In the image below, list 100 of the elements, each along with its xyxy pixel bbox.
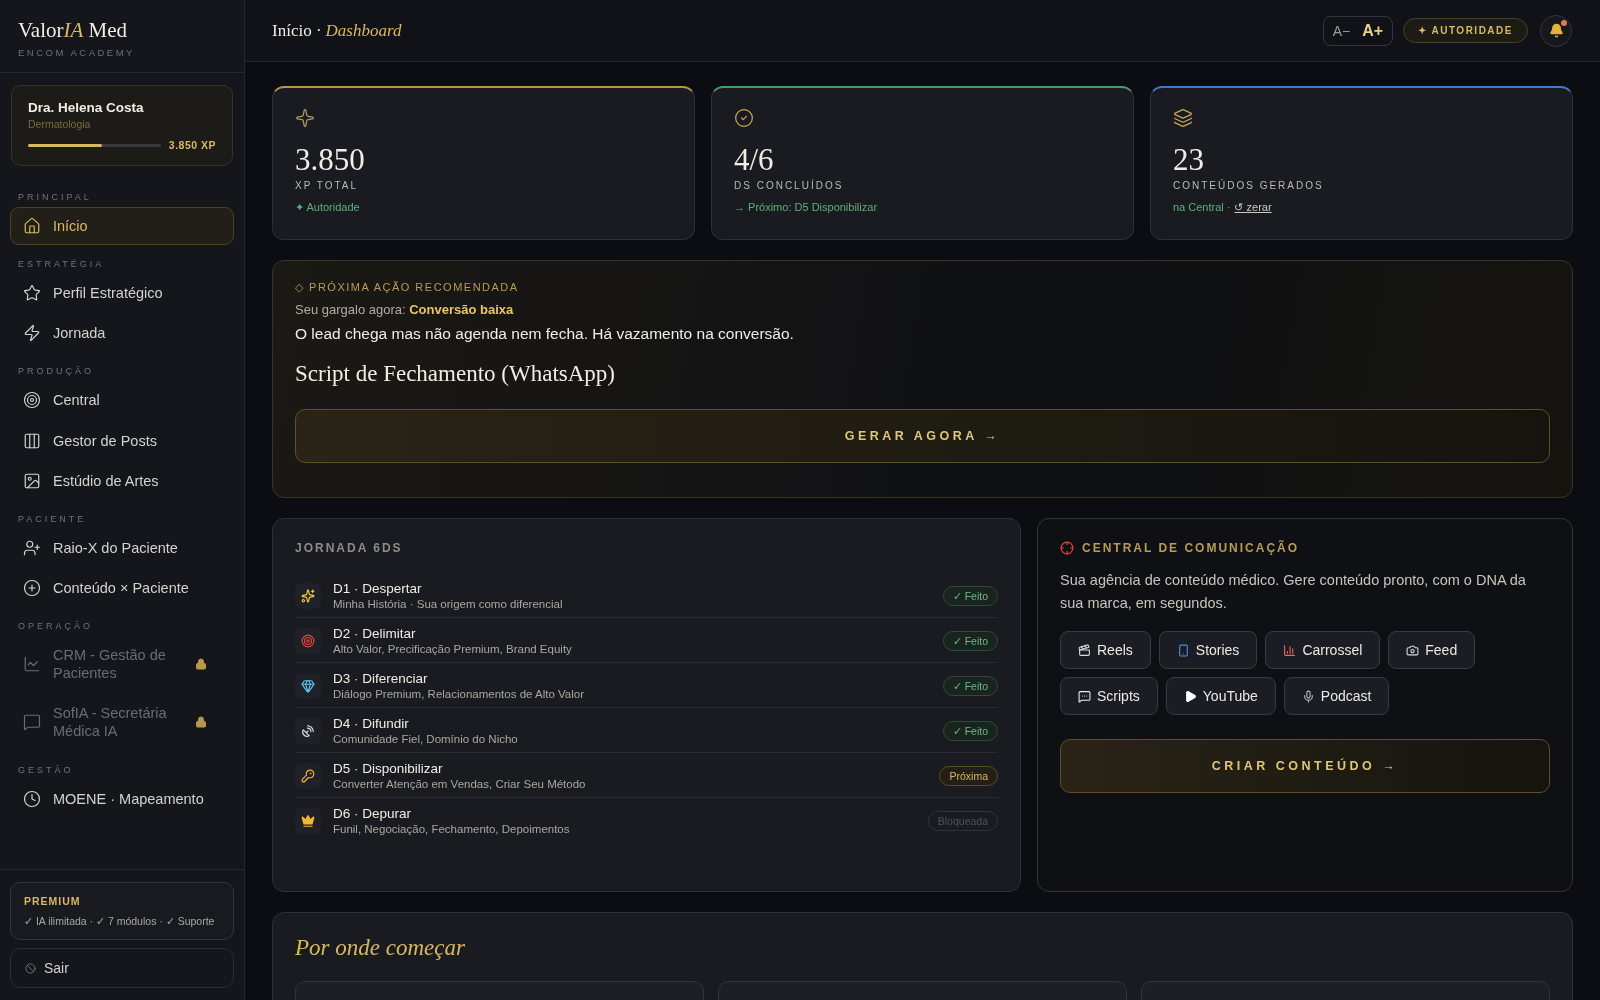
stat-label: XP TOTAL [295, 180, 360, 191]
clapperboard-icon [1078, 643, 1091, 657]
page-title: Dashboard [325, 20, 402, 41]
central-title: CENTRAL DE COMUNICAÇÃO [1082, 541, 1300, 555]
camera-icon [1406, 643, 1420, 657]
plan-title: PREMIUM [24, 895, 82, 907]
status-badge: ✓ Feito [942, 675, 998, 696]
journey-step[interactable]: D4 · Difundir Comunidade Fiel, Domínio do Nicho ✓ Feito [295, 708, 998, 753]
crown-icon [295, 807, 321, 834]
brand-subtitle: ENCOM ACADEMY [18, 47, 136, 58]
stat-note: → Próximo: D5 Disponibilizar [734, 201, 878, 213]
key-icon [295, 762, 321, 789]
stat-label: CONTEÚDOS GERADOS [1173, 180, 1325, 191]
stat-value: 23 [1173, 142, 1205, 178]
bar-chart-icon [1283, 643, 1297, 657]
plan-features: ✓ IA ilimitada · ✓ 7 módulos · ✓ Suporte [24, 915, 216, 927]
target-icon [295, 627, 321, 654]
journey-title: JORNADA 6DS [295, 541, 404, 555]
lightning-icon [23, 324, 41, 343]
columns-icon [23, 431, 41, 450]
create-content-button[interactable]: CRIAR CONTEÚDO → [1060, 739, 1550, 794]
step-name: D4 · Difundir [333, 716, 410, 731]
generate-button[interactable]: GERAR AGORA → [295, 409, 1550, 463]
central-description: Sua agência de conteúdo médico. Gere conteúdo pronto, com o DNA da sua marca, em segundos. [1060, 571, 1527, 614]
circle-plus-icon [23, 578, 41, 597]
step-detail: Diálogo Premium, Relacionamentos de Alto Valor [333, 688, 585, 700]
increase-font-button[interactable]: A+ [1358, 19, 1388, 42]
brand-name: ValorIA Med [18, 18, 129, 43]
sidebar-item[interactable]: Estúdio de Artes [10, 461, 234, 500]
step-name: D5 · Disponibilizar [333, 761, 444, 776]
nav-section-title: ESTRATÉGIA [17, 258, 106, 272]
sparkle-icon [295, 108, 315, 128]
status-badge: ✓ Feito [942, 720, 998, 741]
journey-step[interactable]: D3 · Diferenciar Diálogo Premium, Relacionamentos de Alto Valor ✓ Feito [295, 663, 998, 708]
step-detail: Funil, Negociação, Fechamento, Depoimentos [333, 823, 571, 835]
sidebar-item[interactable]: Jornada [10, 314, 234, 353]
check-circle-icon [734, 108, 754, 128]
clock-icon [23, 789, 41, 808]
notifications-button[interactable] [1540, 14, 1572, 47]
phone-icon [1176, 643, 1190, 657]
image-icon [23, 471, 41, 490]
chat-icon [23, 713, 41, 732]
user-plus-icon [23, 538, 41, 557]
nav-section-title: PRINCIPAL [17, 191, 93, 204]
sidebar-item[interactable]: Perfil Estratégico [10, 274, 234, 313]
sidebar-item[interactable]: MOENE · Mapeamento [10, 779, 234, 818]
gem-icon [295, 672, 321, 699]
sidebar-item[interactable]: Início [10, 207, 234, 246]
profile-specialty: Dermatologia [28, 118, 92, 130]
sidebar-item[interactable]: Conteúdo × Paciente [10, 568, 234, 607]
step-name: D2 · Delimitar [333, 626, 417, 641]
speech-bubble-icon [1078, 689, 1091, 703]
sidebar-item[interactable]: Central [10, 381, 234, 420]
step-name: D6 · Depurar [333, 806, 413, 821]
target-icon [23, 391, 41, 410]
stat-value: 3.850 [295, 142, 366, 178]
xp-amount: 3.850 XP [168, 139, 216, 151]
format-chip[interactable]: Stories [1158, 631, 1258, 670]
recommendation-description: O lead chega mas não agenda nem fecha. Há vazamento na conversão. [295, 325, 795, 343]
sparkles-icon [295, 582, 321, 609]
format-chip[interactable]: Reels [1060, 631, 1151, 670]
sidebar-item[interactable]: SofIA - Secretária Médica IA [10, 694, 234, 751]
recommendation-title: Script de Fechamento (WhatsApp) [295, 361, 616, 387]
sidebar-item[interactable]: CRM - Gestão de Pacientes [10, 636, 234, 693]
stat-label: DS CONCLUÍDOS [734, 180, 845, 191]
format-chip[interactable]: YouTube [1165, 677, 1276, 716]
format-chip[interactable]: Scripts [1060, 677, 1158, 716]
status-badge: ✓ Feito [942, 630, 998, 651]
microphone-icon [1301, 689, 1315, 703]
sidebar-item[interactable]: Raio-X do Paciente [10, 528, 234, 567]
logout-button[interactable]: Sair [10, 948, 234, 988]
level-badge[interactable]: ✦ AUTORIDADE [1403, 18, 1528, 43]
profile-name: Dra. Helena Costa [28, 100, 145, 115]
format-chip[interactable]: Carrossel [1265, 631, 1381, 670]
bottleneck-text: Seu gargalo agora: Conversão baixa [295, 302, 515, 317]
breadcrumb: Início · [272, 20, 322, 41]
reset-link[interactable]: ↺ zerar [1234, 201, 1272, 214]
chart-icon [23, 655, 41, 674]
target-icon [1060, 541, 1074, 555]
step-name: D3 · Diferenciar [333, 671, 429, 686]
step-detail: Converter Atenção em Vendas, Criar Seu Método [333, 778, 587, 790]
journey-step[interactable]: D6 · Depurar Funil, Negociação, Fechamento, Depoimentos Bloqueada [295, 798, 998, 842]
recommendation-eyebrow: ◇ PRÓXIMA AÇÃO RECOMENDADA [295, 281, 520, 294]
stat-note: na Central · [1173, 201, 1231, 214]
sidebar-item[interactable]: Gestor de Posts [10, 421, 234, 460]
step-name: D1 · Despertar [333, 581, 423, 596]
format-chip[interactable]: Feed [1388, 631, 1476, 670]
decrease-font-button[interactable]: A− [1328, 19, 1355, 42]
status-badge: Próxima [939, 765, 998, 786]
stat-value: 4/6 [734, 142, 775, 178]
journey-step[interactable]: D1 · Despertar Minha História · Sua origem como diferencial ✓ Feito [295, 573, 998, 618]
step-detail: Comunidade Fiel, Domínio do Nicho [333, 733, 519, 745]
format-chip[interactable]: Podcast [1283, 677, 1390, 716]
satellite-dish-icon [295, 717, 321, 744]
journey-step[interactable]: D2 · Delimitar Alto Valor, Precificação Premium, Brand Equity ✓ Feito [295, 618, 998, 663]
status-badge: ✓ Feito [942, 585, 998, 606]
layers-icon [1173, 108, 1193, 128]
star-icon [23, 284, 41, 303]
stat-note: ✦ Autoridade [295, 201, 360, 214]
journey-step[interactable]: D5 · Disponibilizar Converter Atenção em Vendas, Criar Seu Método Próxima [295, 753, 998, 798]
